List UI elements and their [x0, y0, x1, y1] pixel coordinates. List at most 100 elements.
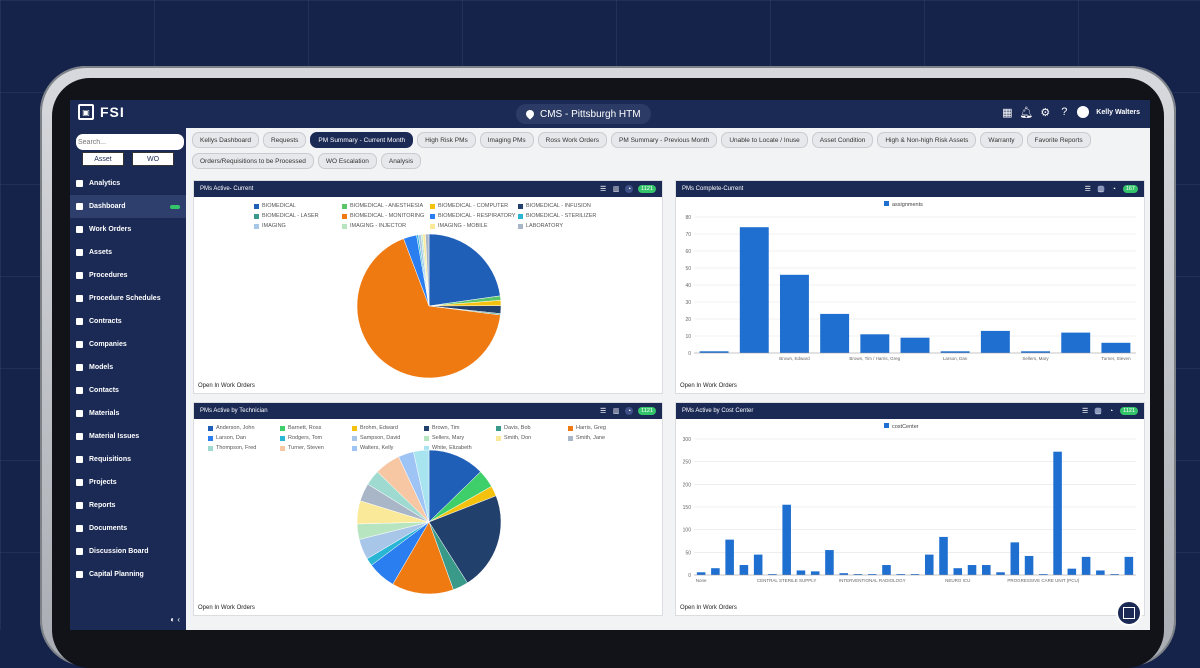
fsi-badge-icon[interactable] [1116, 600, 1142, 626]
user-name[interactable]: Kelly Walters [1096, 109, 1140, 116]
asset-toggle-button[interactable]: Asset [82, 152, 124, 166]
sidebar-item-materials[interactable]: Materials [70, 402, 186, 425]
open-in-work-orders-link[interactable]: Open In Work Orders [680, 383, 737, 389]
bar[interactable] [924, 554, 934, 575]
sidebar-item-work-orders[interactable]: Work Orders [70, 218, 186, 241]
wo-toggle-button[interactable]: WO [132, 152, 174, 166]
legend-item[interactable]: Sellers, Mary [424, 435, 464, 441]
legend-item[interactable]: IMAGING [254, 223, 286, 229]
sidebar-item-capital-planning[interactable]: Capital Planning [70, 563, 186, 586]
list-view-icon[interactable]: ☰ [1084, 185, 1092, 193]
legend-item[interactable]: BIOMEDICAL - INFUSION [518, 203, 591, 209]
sidebar-item-material-issues[interactable]: Material Issues [70, 425, 186, 448]
legend-item[interactable]: BIOMEDICAL - ANESTHESIA [342, 203, 423, 209]
open-in-work-orders-link[interactable]: Open In Work Orders [198, 605, 255, 611]
pie-chart-icon[interactable]: ◔ [1110, 185, 1118, 193]
brand-logo[interactable]: ▣ FSI [78, 104, 125, 120]
sidebar-item-projects[interactable]: Projects [70, 471, 186, 494]
sidebar-item-assets[interactable]: Assets [70, 241, 186, 264]
bar[interactable] [782, 504, 791, 575]
bar[interactable] [1101, 342, 1131, 353]
bar[interactable] [796, 570, 806, 575]
legend-item[interactable]: BIOMEDICAL - STERILIZER [518, 213, 596, 219]
bar[interactable] [1096, 570, 1105, 575]
tab-ross-work-orders[interactable]: Ross Work Orders [537, 132, 608, 148]
gear-icon[interactable]: ⚙ [1039, 106, 1051, 119]
bar[interactable] [860, 334, 890, 353]
bar[interactable] [739, 227, 769, 353]
legend-item[interactable]: BIOMEDICAL - RESPIRATORY [430, 213, 515, 219]
legend-item[interactable]: Barnett, Ross [280, 425, 321, 431]
tab-unable-to-locate-inuse[interactable]: Unable to Locate / Inuse [721, 132, 808, 148]
tab-imaging-pms[interactable]: Imaging PMs [479, 132, 534, 148]
sidebar-item-dashboard[interactable]: Dashboard [70, 195, 186, 218]
bar-chart-icon[interactable]: ▥ [1094, 407, 1103, 415]
bar[interactable] [953, 568, 963, 575]
tab-high-risk-pms[interactable]: High Risk PMs [417, 132, 476, 148]
bar[interactable] [825, 550, 834, 575]
legend-item[interactable]: Davis, Bob [496, 425, 531, 431]
user-avatar[interactable] [1077, 106, 1090, 118]
bar-chart-icon[interactable]: ▥ [1096, 185, 1105, 193]
open-in-work-orders-link[interactable]: Open In Work Orders [198, 383, 255, 389]
legend-item[interactable]: Thompson, Fred [208, 445, 256, 451]
tab-orders-requisitions-to-be-processed[interactable]: Orders/Requisitions to be Processed [192, 153, 314, 169]
sidebar-item-documents[interactable]: Documents [70, 517, 186, 540]
tab-pm-summary-current-month[interactable]: PM Summary - Current Month [310, 132, 414, 148]
sidebar-item-requisitions[interactable]: Requisitions [70, 448, 186, 471]
tab-asset-condition[interactable]: Asset Condition [811, 132, 874, 148]
list-view-icon[interactable]: ☰ [599, 407, 607, 415]
legend-item[interactable]: BIOMEDICAL - MONITORING [342, 213, 424, 219]
bar[interactable] [1053, 451, 1062, 575]
list-view-icon[interactable]: ☰ [1081, 407, 1089, 415]
legend-item[interactable]: Smith, Don [496, 435, 531, 441]
bar[interactable] [753, 554, 763, 575]
bar[interactable] [820, 313, 850, 353]
bar[interactable] [900, 337, 930, 353]
legend-item[interactable]: IMAGING - INJECTOR [342, 223, 406, 229]
bar[interactable] [967, 565, 977, 575]
bell-icon[interactable]: 🔔︎ [1019, 106, 1033, 119]
bar[interactable] [739, 565, 749, 575]
bar[interactable] [996, 572, 1005, 575]
pie-chart-icon[interactable]: ◔ [1107, 407, 1115, 415]
bar-chart-icon[interactable]: ▥ [612, 185, 620, 193]
list-view-icon[interactable]: ☰ [599, 185, 607, 193]
sidebar-item-reports[interactable]: Reports [70, 494, 186, 517]
tab-requests[interactable]: Requests [262, 132, 307, 148]
legend-item[interactable]: Brown, Tim [424, 425, 460, 431]
tab-wo-escalation[interactable]: WO Escalation [317, 153, 377, 169]
sidebar-item-discussion-board[interactable]: Discussion Board [70, 540, 186, 563]
bar-chart-icon[interactable]: ▥ [612, 407, 620, 415]
bar[interactable] [810, 571, 820, 575]
tab-analysis[interactable]: Analysis [380, 153, 422, 169]
tab-kellys-dashboard[interactable]: Kellys Dashboard [192, 132, 259, 148]
pie-slice[interactable] [428, 233, 501, 307]
sidebar-item-companies[interactable]: Companies [70, 333, 186, 356]
bar[interactable] [725, 539, 734, 575]
legend-item[interactable]: Turner, Steven [280, 445, 324, 451]
sidebar-item-contracts[interactable]: Contracts [70, 310, 186, 333]
legend-item[interactable]: BIOMEDICAL - LASER [254, 213, 319, 219]
bar[interactable] [696, 572, 706, 575]
legend-item[interactable]: Smith, Jane [568, 435, 605, 441]
apps-grid-icon[interactable]: ▦ [1001, 106, 1013, 119]
bar[interactable] [1061, 332, 1091, 353]
bar[interactable] [1024, 555, 1034, 575]
collapse-sidebar-icon[interactable]: ◐ ‹ [170, 615, 180, 624]
pie-chart-icon[interactable]: ◔ [625, 407, 634, 415]
legend-item[interactable]: BIOMEDICAL - COMPUTER [430, 203, 508, 209]
pie-chart-icon[interactable]: ◔ [625, 185, 634, 193]
legend-item[interactable]: BIOMEDICAL [254, 203, 296, 209]
bar[interactable] [711, 568, 720, 575]
bar[interactable] [882, 565, 891, 575]
help-icon[interactable]: ? [1058, 106, 1070, 118]
sidebar-item-models[interactable]: Models [70, 356, 186, 379]
bar[interactable] [982, 565, 991, 575]
bar[interactable] [1081, 556, 1091, 575]
tab-favorite-reports[interactable]: Favorite Reports [1026, 132, 1091, 148]
tab-high-non-high-risk-assets[interactable]: High & Non-high Risk Assets [877, 132, 977, 148]
legend-item[interactable]: Larson, Dan [208, 435, 246, 441]
bar[interactable] [1067, 568, 1077, 575]
bar[interactable] [1010, 542, 1020, 575]
